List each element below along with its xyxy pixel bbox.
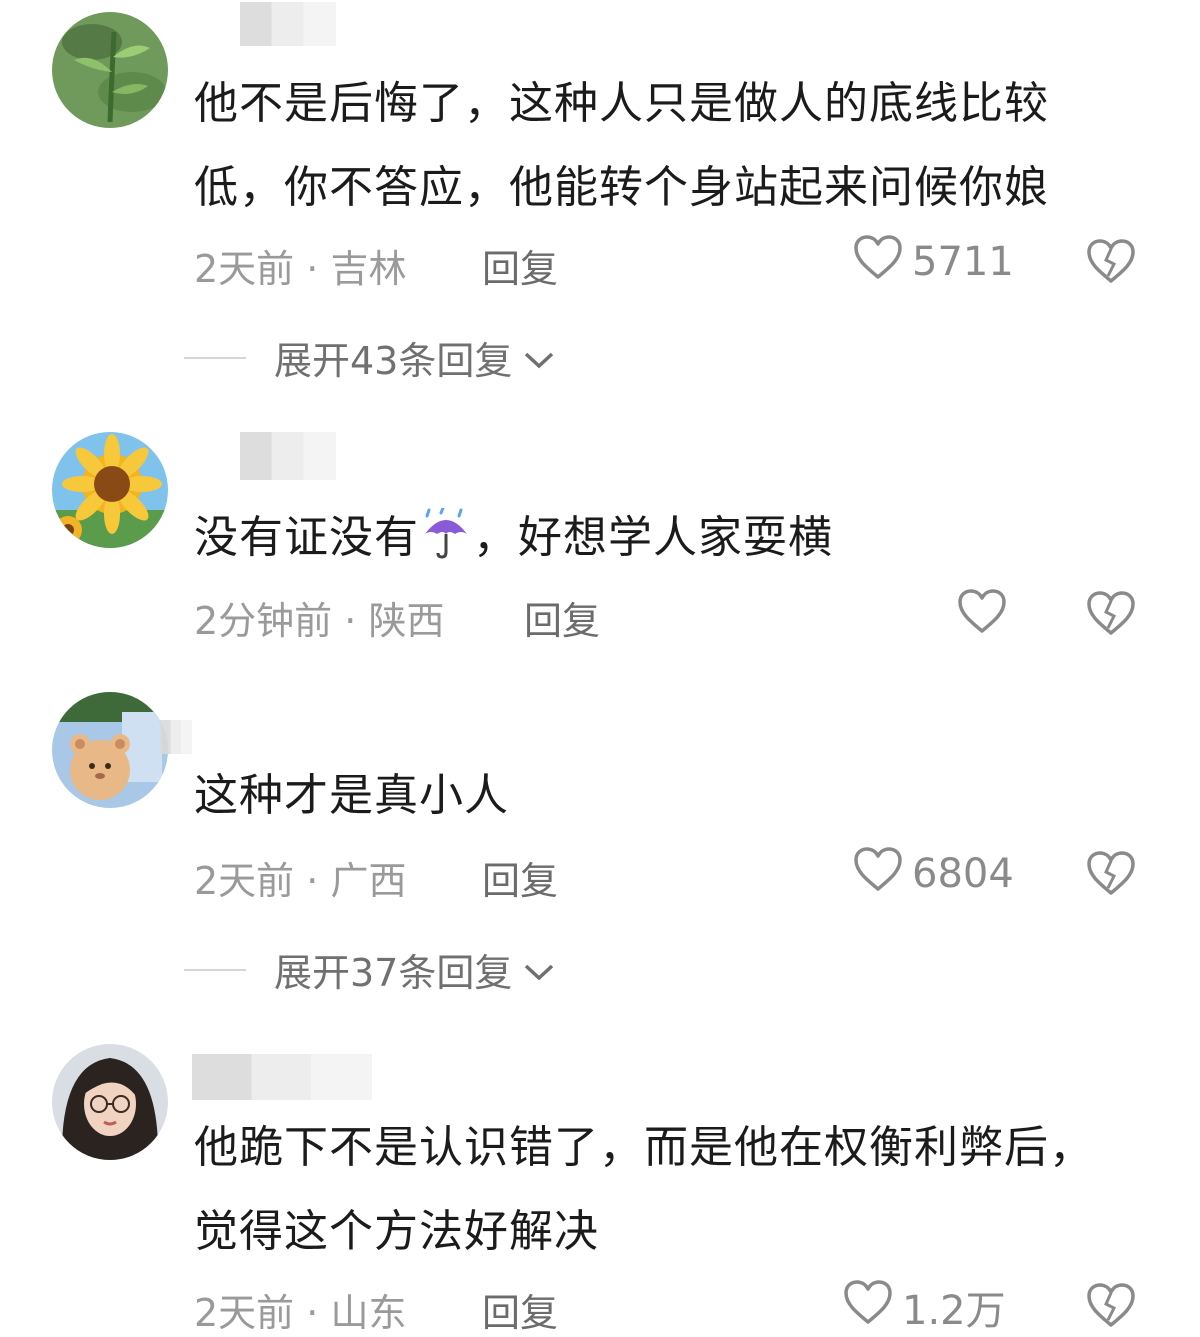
location: 山东 [330, 1291, 407, 1335]
avatar[interactable] [52, 432, 168, 548]
reply-button[interactable]: 回复 [524, 590, 600, 645]
username-redacted [160, 720, 192, 754]
comment-text: 这种才是真小人 [194, 770, 509, 821]
like-count: 5711 [912, 239, 1014, 285]
comment-text: 他不是后悔了，这种人只是做人的底线比较 低，你不答应，他能转个身站起来问候你娘 [194, 78, 1049, 213]
broken-heart-icon [1086, 851, 1136, 900]
like-button[interactable] [956, 588, 1008, 644]
timestamp: 2天前 [194, 247, 295, 291]
like-button[interactable]: 6804 [852, 846, 1014, 902]
location: 广西 [330, 859, 407, 903]
dislike-button[interactable] [1086, 590, 1136, 640]
comment-text: 他跪下不是认识错了，而是他在权衡利弊后， 觉得这个方法好解决 [194, 1122, 1094, 1257]
expand-label: 展开43条回复 [274, 339, 513, 383]
broken-heart-icon [1086, 1283, 1136, 1332]
like-count: 1.2万 [902, 1288, 1006, 1334]
expand-replies-button[interactable]: 展开37条回复 [184, 942, 556, 997]
heart-outline-icon [852, 234, 904, 290]
reply-button[interactable]: 回复 [482, 850, 558, 905]
comment-meta: 2分钟前 · 陕西 [194, 599, 445, 643]
chevron-down-icon [512, 948, 556, 992]
timestamp: 2天前 [194, 859, 295, 903]
expand-label: 展开37条回复 [274, 951, 513, 995]
timestamp: 2分钟前 [194, 599, 333, 643]
comment-meta: 2天前 · 吉林 [194, 247, 407, 291]
umbrella-rain-icon [421, 504, 471, 559]
location: 陕西 [368, 599, 445, 643]
divider-line [184, 968, 246, 971]
comment-text: 没有证没有 ，好想学人家耍横 [194, 496, 1154, 580]
avatar[interactable] [52, 1044, 168, 1160]
broken-heart-icon [1086, 239, 1136, 288]
chevron-down-icon [512, 336, 556, 380]
comment-meta: 2天前 · 山东 [194, 1291, 407, 1335]
reply-button[interactable]: 回复 [482, 238, 558, 293]
username-redacted [240, 432, 336, 480]
dislike-button[interactable] [1086, 238, 1136, 288]
username-redacted [192, 1054, 372, 1100]
timestamp: 2天前 [194, 1291, 295, 1335]
heart-outline-icon [852, 846, 904, 902]
dislike-button[interactable] [1086, 850, 1136, 900]
like-count: 6804 [912, 851, 1014, 897]
username-redacted [240, 2, 336, 46]
location: 吉林 [330, 247, 407, 291]
broken-heart-icon [1086, 591, 1136, 640]
comment-meta: 2天前 · 广西 [194, 859, 407, 903]
dislike-button[interactable] [1086, 1282, 1136, 1332]
heart-outline-icon [956, 588, 1008, 644]
avatar[interactable] [52, 692, 168, 808]
reply-button[interactable]: 回复 [482, 1282, 558, 1337]
like-button[interactable]: 5711 [852, 234, 1014, 290]
avatar[interactable] [52, 12, 168, 128]
expand-replies-button[interactable]: 展开43条回复 [184, 330, 556, 385]
divider-line [184, 356, 246, 359]
like-button[interactable]: 1.2万 [842, 1278, 1006, 1336]
